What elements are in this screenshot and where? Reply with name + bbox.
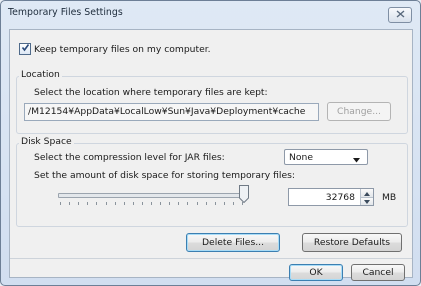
disk-space-legend: Disk Space (19, 136, 74, 147)
change-button[interactable]: Change... (327, 102, 391, 121)
slider-tick (96, 202, 98, 205)
cancel-button[interactable]: Cancel (351, 264, 405, 281)
slider-tick (169, 202, 171, 205)
slider-tick (223, 202, 225, 205)
disk-space-value: 32768 (325, 192, 355, 203)
slider-tick (69, 202, 71, 205)
disk-space-slider-track[interactable] (58, 193, 246, 198)
slider-tick (196, 202, 198, 205)
cache-path-field[interactable]: /M12154¥AppData¥LocalLow¥Sun¥Java¥Deploy… (24, 103, 319, 121)
location-legend: Location (19, 69, 62, 80)
checkmark-icon (21, 43, 30, 55)
slider-tick (87, 202, 89, 205)
disk-space-slider-thumb[interactable] (239, 185, 249, 204)
temporary-files-settings-dialog: Temporary Files Settings Keep temporary … (0, 0, 421, 286)
disk-space-spinner[interactable]: 32768 (288, 188, 374, 206)
slider-tick (78, 202, 80, 205)
spin-down-button[interactable] (360, 197, 373, 205)
slider-tick (105, 202, 107, 205)
compression-dropdown[interactable]: None (284, 149, 368, 165)
slider-tick (205, 202, 207, 205)
title-bar: Temporary Files Settings (1, 1, 420, 25)
keep-files-label: Keep temporary files on my computer. (34, 44, 211, 55)
slider-tick (214, 202, 216, 205)
slider-tick (114, 202, 116, 205)
compression-value: None (289, 152, 313, 163)
delete-files-button[interactable]: Delete Files... (186, 233, 280, 252)
slider-tick (141, 202, 143, 205)
button-separator (10, 258, 412, 259)
dialog-content: Keep temporary files on my computer. Loc… (9, 29, 413, 281)
spin-down-icon (364, 196, 370, 207)
slider-tick (123, 202, 125, 205)
disk-space-unit: MB (382, 192, 397, 203)
slider-tick (160, 202, 162, 205)
slider-tick (178, 202, 180, 205)
compression-label: Select the compression level for JAR fil… (34, 152, 225, 163)
close-button[interactable] (388, 7, 412, 23)
slider-tick (60, 202, 61, 205)
location-prompt: Select the location where temporary file… (34, 87, 268, 98)
keep-files-checkbox[interactable] (19, 43, 31, 55)
disk-amount-label: Set the amount of disk space for storing… (34, 170, 295, 181)
chevron-down-icon (353, 155, 360, 166)
slider-tick (187, 202, 189, 205)
restore-defaults-button[interactable]: Restore Defaults (302, 233, 402, 252)
slider-tick (232, 202, 234, 205)
close-icon (396, 9, 405, 21)
slider-tick (151, 202, 152, 205)
window-title: Temporary Files Settings (8, 7, 123, 18)
slider-tick (132, 202, 134, 205)
ok-button[interactable]: OK (289, 264, 343, 281)
